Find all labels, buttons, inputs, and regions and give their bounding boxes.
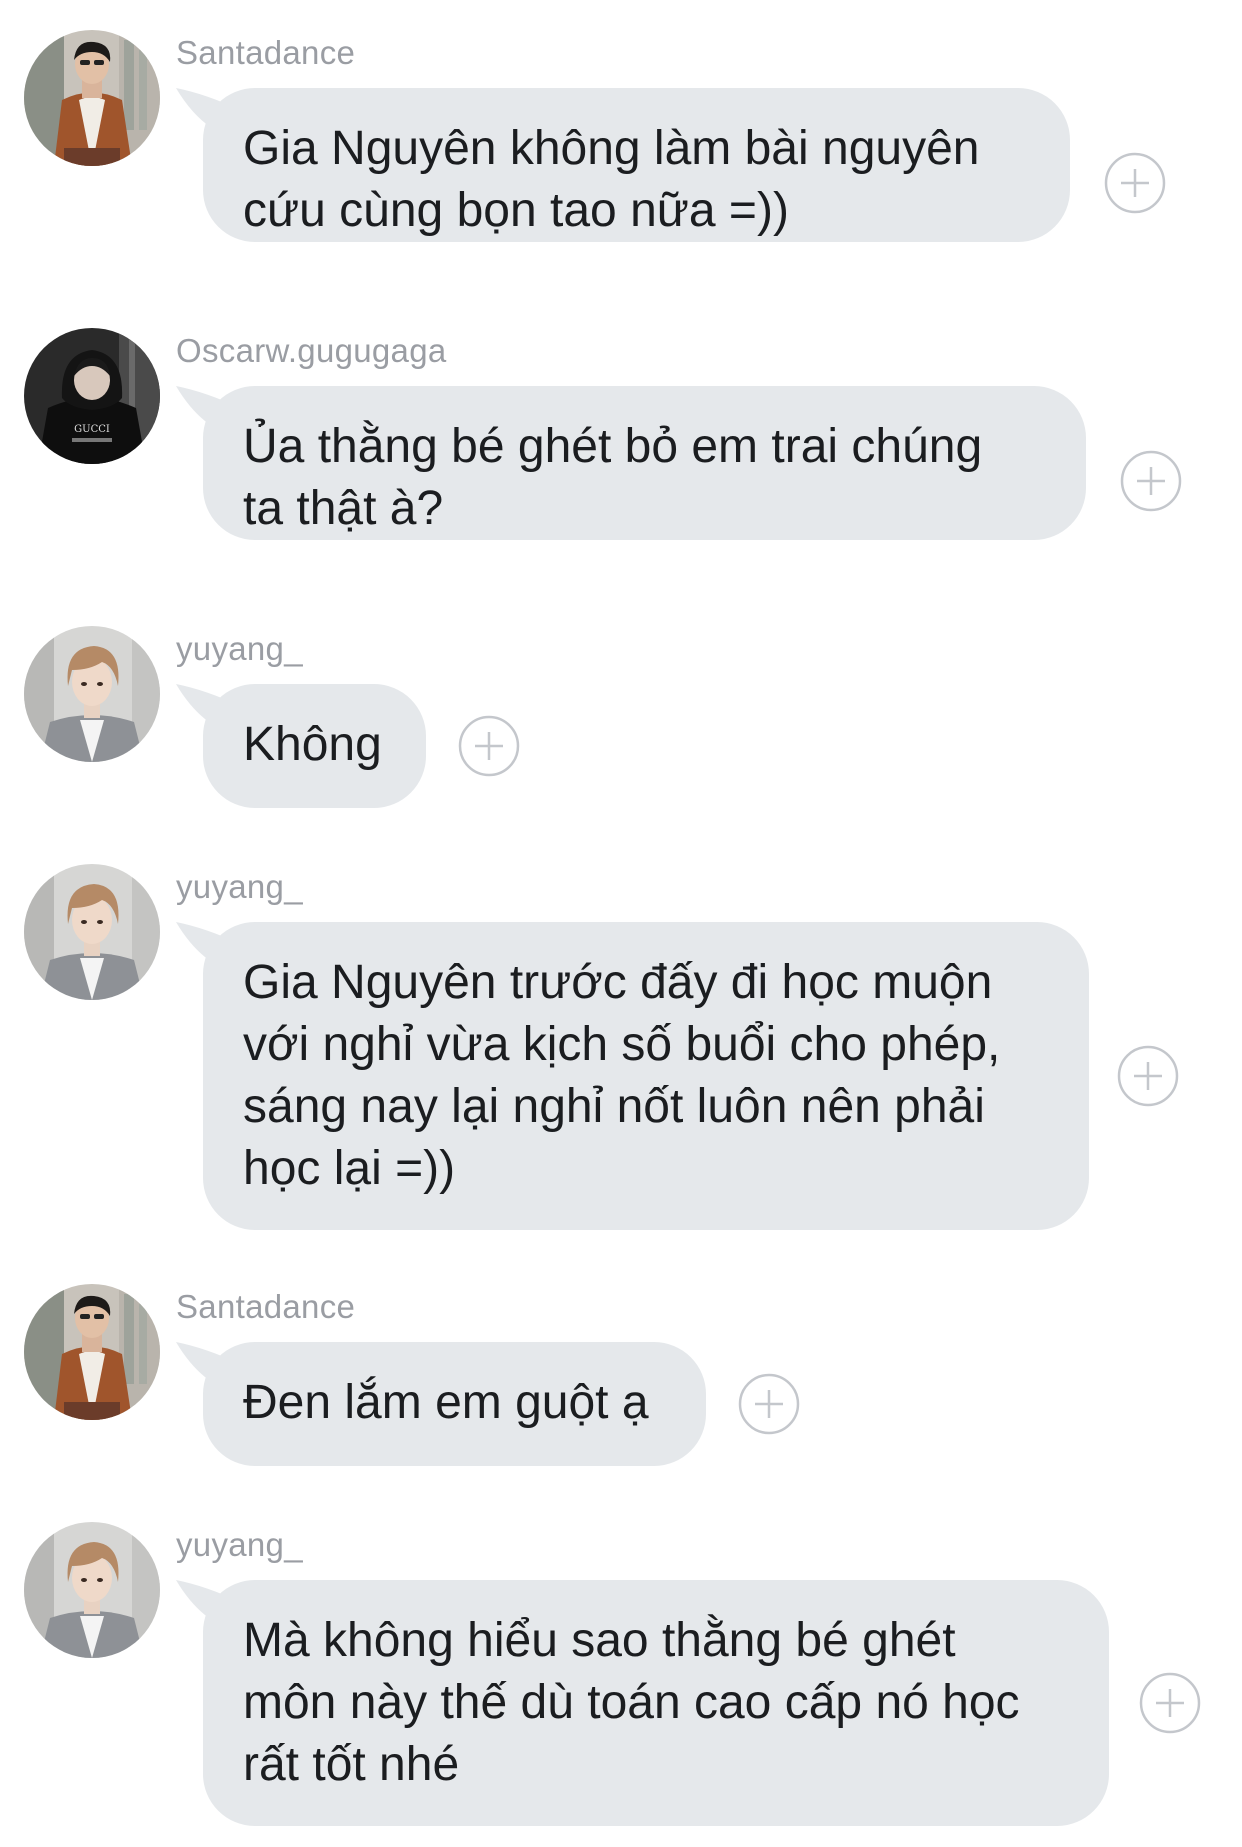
add-reaction-icon[interactable]: [1117, 1045, 1179, 1107]
message-bubble[interactable]: Ủa thằng bé ghét bỏ em trai chúng ta thậ…: [203, 386, 1086, 540]
santadance-avatar[interactable]: [24, 30, 160, 166]
add-reaction-icon[interactable]: [1139, 1672, 1201, 1734]
message-text-line: Gia Nguyên không làm bài nguyên: [243, 122, 980, 175]
yuyang-avatar[interactable]: [24, 864, 160, 1000]
message-text-line: Đen lắm em guột ạ: [243, 1376, 649, 1429]
message-text-line: ta thật à?: [243, 482, 444, 535]
message-text-line: sáng nay lại nghỉ nốt luôn nên phải: [243, 1080, 985, 1133]
message-bubble[interactable]: Gia Nguyên trước đấy đi học muộn với ngh…: [203, 922, 1089, 1230]
yuyang-avatar[interactable]: [24, 626, 160, 762]
message-text-line: học lại =)): [243, 1142, 456, 1195]
message-bubble[interactable]: Không: [203, 684, 426, 808]
message-text-line: rất tốt nhé: [243, 1738, 460, 1791]
message-bubble[interactable]: Mà không hiểu sao thằng bé ghét môn này …: [203, 1580, 1109, 1826]
sender-name[interactable]: yuyang_: [176, 868, 303, 906]
add-reaction-icon[interactable]: [1104, 152, 1166, 214]
oscarw-avatar[interactable]: [24, 328, 160, 464]
santadance-avatar[interactable]: [24, 1284, 160, 1420]
message-text-line: cứu cùng bọn tao nữa =)): [243, 184, 789, 237]
message-bubble[interactable]: Đen lắm em guột ạ: [203, 1342, 706, 1466]
message-text-line: với nghỉ vừa kịch số buổi cho phép,: [243, 1018, 1001, 1071]
sender-name[interactable]: Santadance: [176, 34, 355, 72]
add-reaction-icon[interactable]: [738, 1373, 800, 1435]
message-text-line: Không: [243, 718, 382, 771]
add-reaction-icon[interactable]: [1120, 450, 1182, 512]
sender-name[interactable]: yuyang_: [176, 630, 303, 668]
message-bubble[interactable]: Gia Nguyên không làm bài nguyên cứu cùng…: [203, 88, 1070, 242]
add-reaction-icon[interactable]: [458, 715, 520, 777]
sender-name[interactable]: Oscarw.gugugaga: [176, 332, 447, 370]
message-text-line: môn này thế dù toán cao cấp nó học: [243, 1676, 1020, 1729]
sender-name[interactable]: Santadance: [176, 1288, 355, 1326]
message-text-line: Gia Nguyên trước đấy đi học muộn: [243, 956, 993, 1009]
message-text-line: Ủa thằng bé ghét bỏ em trai chúng: [243, 420, 983, 473]
yuyang-avatar[interactable]: [24, 1522, 160, 1658]
message-text-line: Mà không hiểu sao thằng bé ghét: [243, 1614, 956, 1667]
sender-name[interactable]: yuyang_: [176, 1526, 303, 1564]
